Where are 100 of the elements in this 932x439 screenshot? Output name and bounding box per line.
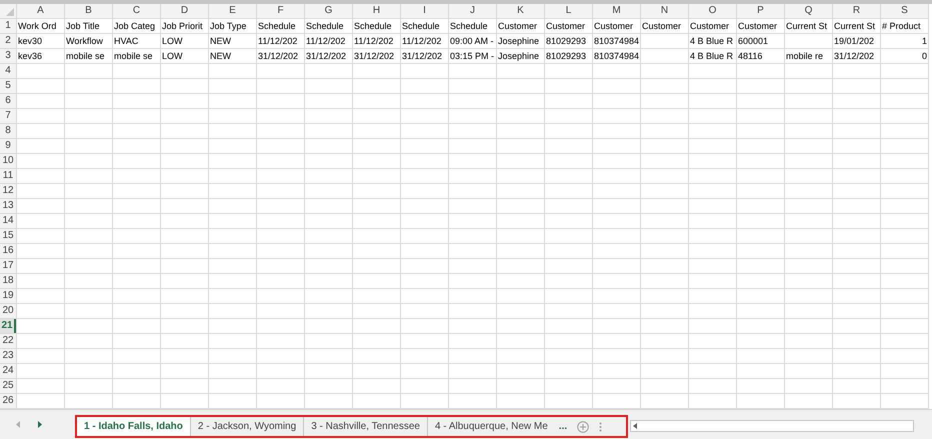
table-cell: 11/12/202 [401, 34, 448, 48]
table-cell: Job Title [65, 19, 112, 33]
column-header[interactable]: J [449, 4, 496, 18]
table-cell: 03:15 PM - [449, 49, 496, 63]
table-cell: Current St [833, 19, 880, 33]
column-header[interactable]: E [209, 4, 256, 18]
row-header[interactable]: 4 [0, 64, 16, 78]
column-header[interactable]: P [737, 4, 784, 18]
table-cell: 81029293 [545, 49, 592, 63]
table-cell: 81029293 [545, 34, 592, 48]
table-cell: Customer [737, 19, 784, 33]
scroll-left-icon[interactable] [633, 423, 637, 429]
table-cell: HVAC [113, 34, 160, 48]
row-header[interactable]: 13 [0, 199, 16, 213]
table-cell: 600001 [737, 34, 784, 48]
column-header[interactable]: I [401, 4, 448, 18]
row-header[interactable]: 21 [0, 319, 16, 333]
row-header[interactable]: 23 [0, 349, 16, 363]
horizontal-scrollbar[interactable] [630, 420, 914, 432]
table-cell: 48116 [737, 49, 784, 63]
row-header[interactable]: 1 [0, 19, 16, 33]
row-header[interactable]: 15 [0, 229, 16, 243]
table-cell: Schedule [353, 19, 400, 33]
row-header[interactable]: 17 [0, 259, 16, 273]
table-cell: 0 [881, 49, 928, 63]
row-header[interactable]: 3 [0, 49, 16, 63]
sheet-tab[interactable]: 1 - Idaho Falls, Idaho [77, 417, 191, 436]
column-header[interactable]: C [113, 4, 160, 18]
row-header[interactable]: 12 [0, 184, 16, 198]
row-header[interactable]: 5 [0, 79, 16, 93]
table-cell: Schedule [305, 19, 352, 33]
row-header[interactable]: 2 [0, 34, 16, 48]
table-cell: 31/12/202 [305, 49, 352, 63]
column-header[interactable]: L [545, 4, 592, 18]
column-header[interactable]: R [833, 4, 880, 18]
table-cell: Workflow [65, 34, 112, 48]
row-header[interactable]: 18 [0, 274, 16, 288]
table-cell: kev30 [17, 34, 64, 48]
table-cell: 1 [881, 34, 928, 48]
table-cell: NEW [209, 49, 256, 63]
row-header[interactable]: 20 [0, 304, 16, 318]
row-header[interactable]: 25 [0, 379, 16, 393]
table-cell: 31/12/202 [833, 49, 880, 63]
table-cell: 4 B Blue R [689, 49, 736, 63]
table-cell: Customer [593, 19, 640, 33]
table-cell: LOW [161, 34, 208, 48]
column-header[interactable]: N [641, 4, 688, 18]
scroll-right-icon[interactable] [37, 421, 42, 428]
more-options-icon[interactable] [599, 422, 602, 432]
table-cell: Current St [785, 19, 832, 33]
select-all-icon[interactable] [6, 8, 14, 16]
column-header[interactable]: H [353, 4, 400, 18]
column-header[interactable]: S [881, 4, 928, 18]
row-header[interactable]: 24 [0, 364, 16, 378]
table-cell: 31/12/202 [401, 49, 448, 63]
table-cell: kev36 [17, 49, 64, 63]
row-header[interactable]: 6 [0, 94, 16, 108]
table-cell: 11/12/202 [257, 34, 304, 48]
row-header[interactable]: 10 [0, 154, 16, 168]
row-header[interactable]: 19 [0, 289, 16, 303]
column-header[interactable]: D [161, 4, 208, 18]
table-cell: 11/12/202 [353, 34, 400, 48]
row-header[interactable]: 9 [0, 139, 16, 153]
row-header[interactable]: 26 [0, 394, 16, 408]
table-cell: mobile re [785, 49, 832, 63]
column-header[interactable]: G [305, 4, 352, 18]
column-header[interactable]: K [497, 4, 544, 18]
table-cell: Customer [545, 19, 592, 33]
column-header[interactable]: O [689, 4, 736, 18]
row-header[interactable]: 11 [0, 169, 16, 183]
table-cell: Josephine [497, 49, 544, 63]
row-header[interactable]: 7 [0, 109, 16, 123]
row-header[interactable]: 16 [0, 244, 16, 258]
table-cell: LOW [161, 49, 208, 63]
row-header[interactable]: 8 [0, 124, 16, 138]
row-header[interactable]: 22 [0, 334, 16, 348]
table-cell: 810374984 [593, 49, 640, 63]
table-cell: # Product [881, 19, 928, 33]
table-cell: Customer [689, 19, 736, 33]
column-header[interactable]: A [17, 4, 64, 18]
column-header[interactable]: M [593, 4, 640, 18]
table-cell: 31/12/202 [257, 49, 304, 63]
table-cell: Job Categ [113, 19, 160, 33]
table-cell: Schedule [449, 19, 496, 33]
table-cell: Customer [641, 19, 688, 33]
table-cell: NEW [209, 34, 256, 48]
row-header[interactable]: 14 [0, 214, 16, 228]
column-header[interactable]: Q [785, 4, 832, 18]
table-cell: Schedule [401, 19, 448, 33]
table-cell: 4 B Blue R [689, 34, 736, 48]
table-cell: Schedule [257, 19, 304, 33]
more-tabs-ellipsis[interactable]: ... [554, 417, 572, 436]
table-cell: Josephine [497, 34, 544, 48]
column-header[interactable]: B [65, 4, 112, 18]
add-sheet-icon[interactable] [577, 420, 590, 432]
table-cell: Work Ord [17, 19, 64, 33]
table-cell: mobile se [65, 49, 112, 63]
table-cell: 31/12/202 [353, 49, 400, 63]
column-header[interactable]: F [257, 4, 304, 18]
table-cell: Job Priorit [161, 19, 208, 33]
